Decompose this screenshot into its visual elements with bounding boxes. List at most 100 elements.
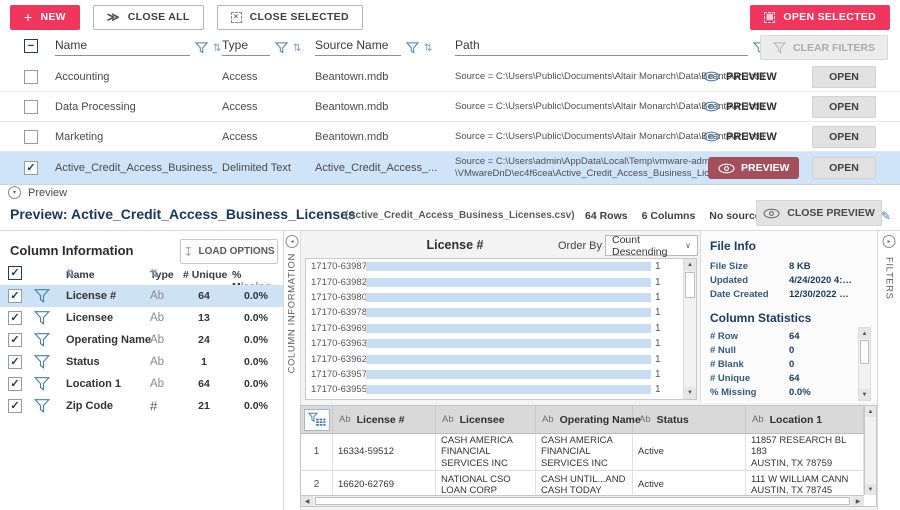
chart-scrollbar[interactable]: ▲ ▼ bbox=[683, 259, 696, 399]
column-filter-icon[interactable] bbox=[34, 333, 50, 348]
data-table-vertical-scrollbar[interactable]: ▲ ▼ bbox=[864, 406, 876, 495]
type-ab-icon: Ab bbox=[150, 356, 164, 368]
open-selected-label: OPEN SELECTED bbox=[783, 11, 876, 23]
column-header-name[interactable]: Name ⇅ bbox=[55, 38, 221, 56]
data-column-header[interactable]: AbOperating Name bbox=[536, 406, 633, 433]
preview-button[interactable]: PREVIEW bbox=[703, 101, 777, 113]
filters-collapse-strip[interactable]: ▸ FILTERS bbox=[877, 231, 900, 510]
bar-row[interactable]: 17170-639781 bbox=[306, 305, 696, 320]
column-checkbox[interactable]: ✓ bbox=[8, 355, 22, 369]
preview-button[interactable]: PREVIEW bbox=[703, 71, 777, 83]
data-column-header[interactable]: AbLicensee bbox=[436, 406, 536, 433]
scroll-left-icon[interactable]: ◀ bbox=[301, 496, 313, 506]
data-row[interactable]: 1 16334-59512 CASH AMERICA FINANCIAL SER… bbox=[301, 434, 864, 471]
column-checkbox[interactable]: ✓ bbox=[8, 399, 22, 413]
select-all-columns-checkbox[interactable]: ✓ bbox=[8, 266, 22, 280]
header-unique[interactable]: # Unique bbox=[183, 269, 227, 281]
sort-icon[interactable]: ⇅ bbox=[424, 43, 432, 56]
column-filter-icon[interactable] bbox=[34, 377, 50, 392]
column-row[interactable]: ✓ Location 1 Ab 64 0.0% bbox=[0, 373, 283, 395]
edit-pencil-icon[interactable]: ✎ bbox=[881, 209, 891, 223]
bar-row[interactable]: 17170-639801 bbox=[306, 290, 696, 305]
column-row[interactable]: ✓ Licensee Ab 13 0.0% bbox=[0, 307, 283, 329]
row-checkbox[interactable] bbox=[24, 70, 38, 84]
sort-icon[interactable]: ⇅ bbox=[293, 43, 301, 56]
preview-button-active[interactable]: PREVIEW bbox=[708, 157, 799, 179]
column-filter-icon[interactable] bbox=[34, 289, 50, 304]
order-by-select[interactable]: Count Descending ∨ bbox=[605, 235, 698, 256]
column-checkbox[interactable]: ✓ bbox=[8, 311, 22, 325]
scroll-up-icon[interactable]: ▲ bbox=[865, 406, 876, 417]
column-row[interactable]: ✓ Status Ab 1 0.0% bbox=[0, 351, 283, 373]
filter-icon[interactable] bbox=[195, 42, 208, 56]
open-button[interactable]: OPEN bbox=[812, 157, 876, 179]
preview-section-toggle[interactable]: ▾ Preview bbox=[8, 186, 67, 199]
data-column-header[interactable]: AbLicense # bbox=[333, 406, 436, 433]
scrollbar-thumb[interactable] bbox=[685, 272, 695, 298]
column-header-source-name[interactable]: Source Name ⇅ bbox=[315, 38, 432, 56]
table-row[interactable]: Marketing Access Beantown.mdb Source = C… bbox=[0, 122, 900, 152]
select-all-checkbox[interactable]: − bbox=[24, 39, 38, 53]
close-all-button[interactable]: ≫ CLOSE ALL bbox=[93, 5, 204, 30]
expand-right-icon[interactable]: ▸ bbox=[883, 235, 896, 248]
data-column-header[interactable]: AbLocation 1 bbox=[746, 406, 864, 433]
filter-icon[interactable] bbox=[406, 42, 419, 56]
table-row[interactable]: Data Processing Access Beantown.mdb Sour… bbox=[0, 92, 900, 122]
new-button[interactable]: + NEW bbox=[10, 5, 80, 30]
table-row-selected[interactable]: ✓ Active_Credit_Access_Business_Licens..… bbox=[0, 152, 900, 185]
column-information-collapse-strip[interactable]: ◂ COLUMN INFORMATION bbox=[283, 231, 300, 510]
bar-row[interactable]: 17170-639551 bbox=[306, 382, 696, 397]
column-checkbox[interactable]: ✓ bbox=[8, 333, 22, 347]
bar-row[interactable]: 17170-639621 bbox=[306, 351, 696, 366]
close-preview-button[interactable]: CLOSE PREVIEW bbox=[756, 200, 882, 226]
column-filter-icon[interactable] bbox=[34, 311, 50, 326]
column-checkbox[interactable]: ✓ bbox=[8, 377, 22, 391]
scroll-up-icon[interactable]: ▲ bbox=[684, 259, 696, 271]
scroll-right-icon[interactable]: ▶ bbox=[852, 496, 864, 506]
bar-row[interactable]: 17170-639631 bbox=[306, 336, 696, 351]
column-row-selected[interactable]: ✓ License # Ab 64 0.0% bbox=[0, 285, 283, 307]
data-column-header[interactable]: AbStatus bbox=[633, 406, 746, 433]
stats-scrollbar[interactable]: ▲ ▼ bbox=[858, 327, 871, 401]
column-row[interactable]: ✓ Operating Name Ab 24 0.0% bbox=[0, 329, 283, 351]
table-filter-corner[interactable] bbox=[301, 406, 333, 433]
column-header-type[interactable]: Type ⇅ bbox=[222, 38, 301, 56]
bar-row[interactable]: 17170-639871 bbox=[306, 259, 696, 274]
sort-icon[interactable]: ⇅ bbox=[213, 43, 221, 56]
row-checkbox[interactable] bbox=[24, 130, 38, 144]
scroll-up-icon[interactable]: ▲ bbox=[859, 328, 870, 339]
open-selected-button[interactable]: ▦ OPEN SELECTED bbox=[750, 5, 890, 30]
filter-icon[interactable] bbox=[275, 42, 288, 56]
row-checkbox[interactable] bbox=[24, 100, 38, 114]
load-options-button[interactable]: ↧ LOAD OPTIONS bbox=[180, 239, 278, 264]
scrollbar-thumb[interactable] bbox=[860, 340, 869, 364]
open-button[interactable]: OPEN bbox=[812, 66, 876, 88]
preview-button[interactable]: PREVIEW bbox=[703, 131, 777, 143]
column-filter-icon[interactable] bbox=[34, 355, 50, 370]
bar-row[interactable]: 17170-639821 bbox=[306, 274, 696, 289]
table-row[interactable]: Accounting Access Beantown.mdb Source = … bbox=[0, 62, 900, 92]
column-header-path[interactable]: Path ⇅ bbox=[455, 38, 779, 56]
scroll-down-icon[interactable]: ▼ bbox=[684, 387, 696, 399]
filters-tab[interactable]: FILTERS bbox=[884, 257, 895, 300]
clear-filters-button[interactable]: CLEAR FILTERS bbox=[760, 35, 888, 60]
bar-row[interactable]: 17170-639691 bbox=[306, 321, 696, 336]
row-name: Data Processing bbox=[55, 101, 217, 113]
column-checkbox[interactable]: ✓ bbox=[8, 289, 22, 303]
column-row[interactable]: ✓ Zip Code # 21 0.0% bbox=[0, 395, 283, 417]
bar-row[interactable]: 17170-639571 bbox=[306, 367, 696, 382]
type-ab-icon: Ab bbox=[150, 334, 164, 346]
preview-body: Column Information ↧ LOAD OPTIONS ✓ Name… bbox=[0, 230, 900, 510]
open-button[interactable]: OPEN bbox=[812, 126, 876, 148]
open-selected-icon: ▦ bbox=[764, 12, 775, 23]
scroll-down-icon[interactable]: ▼ bbox=[865, 484, 876, 495]
column-filter-icon[interactable] bbox=[34, 399, 50, 414]
column-information-tab[interactable]: COLUMN INFORMATION bbox=[287, 253, 298, 373]
close-selected-button[interactable]: × CLOSE SELECTED bbox=[217, 5, 363, 30]
open-button[interactable]: OPEN bbox=[812, 96, 876, 118]
data-table-horizontal-scrollbar[interactable]: ◀ ▶ bbox=[301, 495, 864, 506]
scrollbar-thumb[interactable] bbox=[315, 497, 850, 505]
row-checkbox-checked[interactable]: ✓ bbox=[24, 161, 38, 175]
scroll-down-icon[interactable]: ▼ bbox=[859, 389, 870, 400]
collapse-left-icon[interactable]: ◂ bbox=[286, 235, 299, 248]
